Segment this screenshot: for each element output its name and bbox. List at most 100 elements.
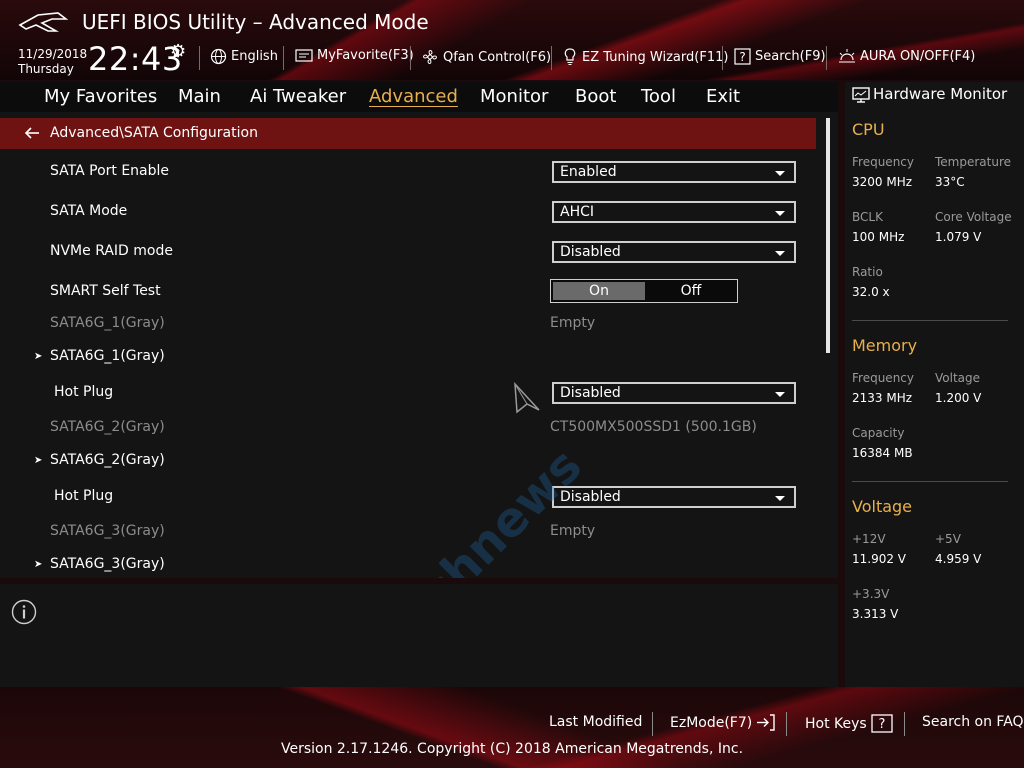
back-arrow-icon[interactable] — [24, 125, 40, 141]
question-icon: ? — [871, 714, 893, 733]
smart-self-test-label: SMART Self Test — [50, 283, 161, 299]
toggle-off-option[interactable]: Off — [645, 282, 737, 300]
capacity-label: Capacity — [852, 426, 905, 440]
sata6g-1-info-label: SATA6G_1(Gray) — [50, 315, 165, 331]
divider — [652, 712, 653, 736]
hot-keys-button[interactable]: Hot Keys ? — [805, 714, 893, 733]
nvme-raid-dropdown[interactable]: Disabled — [552, 241, 796, 263]
submenu-arrow-icon: ➤ — [34, 559, 43, 570]
hot-plug-2-label: Hot Plug — [54, 488, 114, 504]
aura-toggle-button[interactable]: AURA ON/OFF(F4) — [838, 48, 975, 65]
ezmode-button[interactable]: EzMode(F7) — [670, 714, 776, 731]
dropdown-value: Disabled — [560, 489, 621, 505]
hot-plug-1-dropdown[interactable]: Disabled — [552, 382, 796, 404]
day-text: Thursday — [18, 62, 74, 76]
hot-plug-2-dropdown[interactable]: Disabled — [552, 486, 796, 508]
sata-port-enable-dropdown[interactable]: Enabled — [552, 161, 796, 183]
globe-icon — [210, 48, 227, 65]
memory-voltage-value: 1.200 V — [935, 391, 982, 405]
submenu-arrow-icon: ➤ — [34, 351, 43, 362]
sata-mode-label: SATA Mode — [50, 203, 128, 219]
tab-advanced[interactable]: Advanced — [369, 86, 458, 107]
sata-mode-dropdown[interactable]: AHCI — [552, 201, 796, 223]
settings-panel: Advanced\SATA Configuration SATA Port En… — [0, 112, 838, 578]
sata6g-1-submenu[interactable]: SATA6G_1(Gray) — [50, 348, 165, 364]
tab-exit[interactable]: Exit — [706, 86, 740, 107]
sata6g-3-info-value: Empty — [550, 523, 596, 539]
last-modified-label: Last Modified — [549, 714, 643, 730]
cpu-heading: CPU — [852, 120, 885, 139]
toggle-on-option[interactable]: On — [553, 282, 645, 300]
help-panel — [0, 584, 838, 687]
tab-boot[interactable]: Boot — [575, 86, 616, 107]
qfan-control-button[interactable]: Qfan Control(F6) — [421, 48, 551, 66]
search-icon: ? — [734, 48, 751, 65]
v5-label: +5V — [935, 532, 961, 546]
tab-monitor[interactable]: Monitor — [480, 86, 548, 107]
chevron-down-icon — [775, 171, 785, 176]
ezmode-label: EzMode(F7) — [670, 714, 753, 731]
tab-ai-tweaker[interactable]: Ai Tweaker — [250, 86, 346, 107]
scrollbar[interactable] — [826, 118, 830, 353]
info-icon — [11, 599, 37, 625]
divider — [904, 712, 905, 736]
aura-icon — [839, 49, 855, 63]
hardware-monitor-title: Hardware Monitor — [873, 85, 1008, 103]
submenu-arrow-icon: ➤ — [34, 455, 43, 466]
ez-tuning-wizard-button[interactable]: EZ Tuning Wizard(F11) — [562, 48, 728, 66]
cpu-temperature-value: 33°C — [935, 175, 965, 189]
search-button[interactable]: ? Search(F9) — [734, 48, 826, 65]
main-nav: My Favorites Main Ai Tweaker Advanced Mo… — [0, 82, 838, 112]
divider — [722, 46, 723, 70]
bottom-bar: Last Modified EzMode(F7) Hot Keys ? Sear… — [0, 687, 1024, 768]
breadcrumb: Advanced\SATA Configuration — [0, 118, 816, 149]
aura-label: AURA ON/OFF(F4) — [860, 49, 976, 64]
v5-value: 4.959 V — [935, 552, 982, 566]
smart-self-test-toggle[interactable]: On Off — [550, 279, 738, 303]
dropdown-value: Disabled — [560, 244, 621, 260]
hardware-monitor-panel: Hardware Monitor CPU Frequency 3200 MHz … — [845, 82, 1024, 687]
core-voltage-value: 1.079 V — [935, 230, 982, 244]
gear-icon[interactable]: ⚙ — [170, 41, 186, 62]
tab-tool[interactable]: Tool — [641, 86, 676, 107]
divider — [283, 46, 284, 70]
core-voltage-label: Core Voltage — [935, 210, 1012, 224]
last-modified-button[interactable]: Last Modified — [549, 714, 642, 730]
memory-heading: Memory — [852, 336, 918, 355]
sata6g-2-info-label: SATA6G_2(Gray) — [50, 419, 165, 435]
chevron-down-icon — [775, 496, 785, 501]
sata6g-2-submenu[interactable]: SATA6G_2(Gray) — [50, 452, 165, 468]
hot-plug-1-label: Hot Plug — [54, 384, 114, 400]
date-text: 11/29/2018 — [18, 47, 88, 61]
nvme-raid-label: NVMe RAID mode — [50, 243, 173, 259]
v12-value: 11.902 V — [852, 552, 907, 566]
myfavorite-button[interactable]: MyFavorite(F3) — [295, 48, 414, 63]
language-button[interactable]: English — [210, 48, 278, 65]
tab-my-favorites[interactable]: My Favorites — [44, 86, 157, 107]
sata6g-3-submenu[interactable]: SATA6G_3(Gray) — [50, 556, 165, 572]
rog-logo-icon — [18, 12, 68, 32]
svg-text:?: ? — [739, 50, 745, 64]
v33-value: 3.313 V — [852, 607, 899, 621]
hot-keys-label: Hot Keys — [805, 715, 867, 732]
mouse-cursor-icon — [514, 382, 540, 414]
ratio-label: Ratio — [852, 265, 883, 279]
clock-time[interactable]: 22:43 — [88, 40, 183, 78]
memory-frequency-label: Frequency — [852, 371, 914, 385]
divider — [551, 46, 552, 70]
divider — [852, 481, 1008, 482]
qfan-label: Qfan Control(F6) — [443, 49, 552, 65]
monitor-icon — [852, 87, 870, 103]
tab-main[interactable]: Main — [178, 86, 221, 107]
cpu-frequency-value: 3200 MHz — [852, 175, 913, 189]
search-faq-button[interactable]: Search on FAQ — [922, 714, 1024, 730]
svg-text:?: ? — [878, 717, 885, 732]
memory-voltage-label: Voltage — [935, 371, 981, 385]
divider — [199, 46, 200, 70]
memory-frequency-value: 2133 MHz — [852, 391, 913, 405]
cpu-frequency-label: Frequency — [852, 155, 914, 169]
dropdown-value: Enabled — [560, 164, 617, 180]
voltage-heading: Voltage — [852, 497, 913, 516]
chevron-down-icon — [775, 392, 785, 397]
divider — [786, 712, 787, 736]
